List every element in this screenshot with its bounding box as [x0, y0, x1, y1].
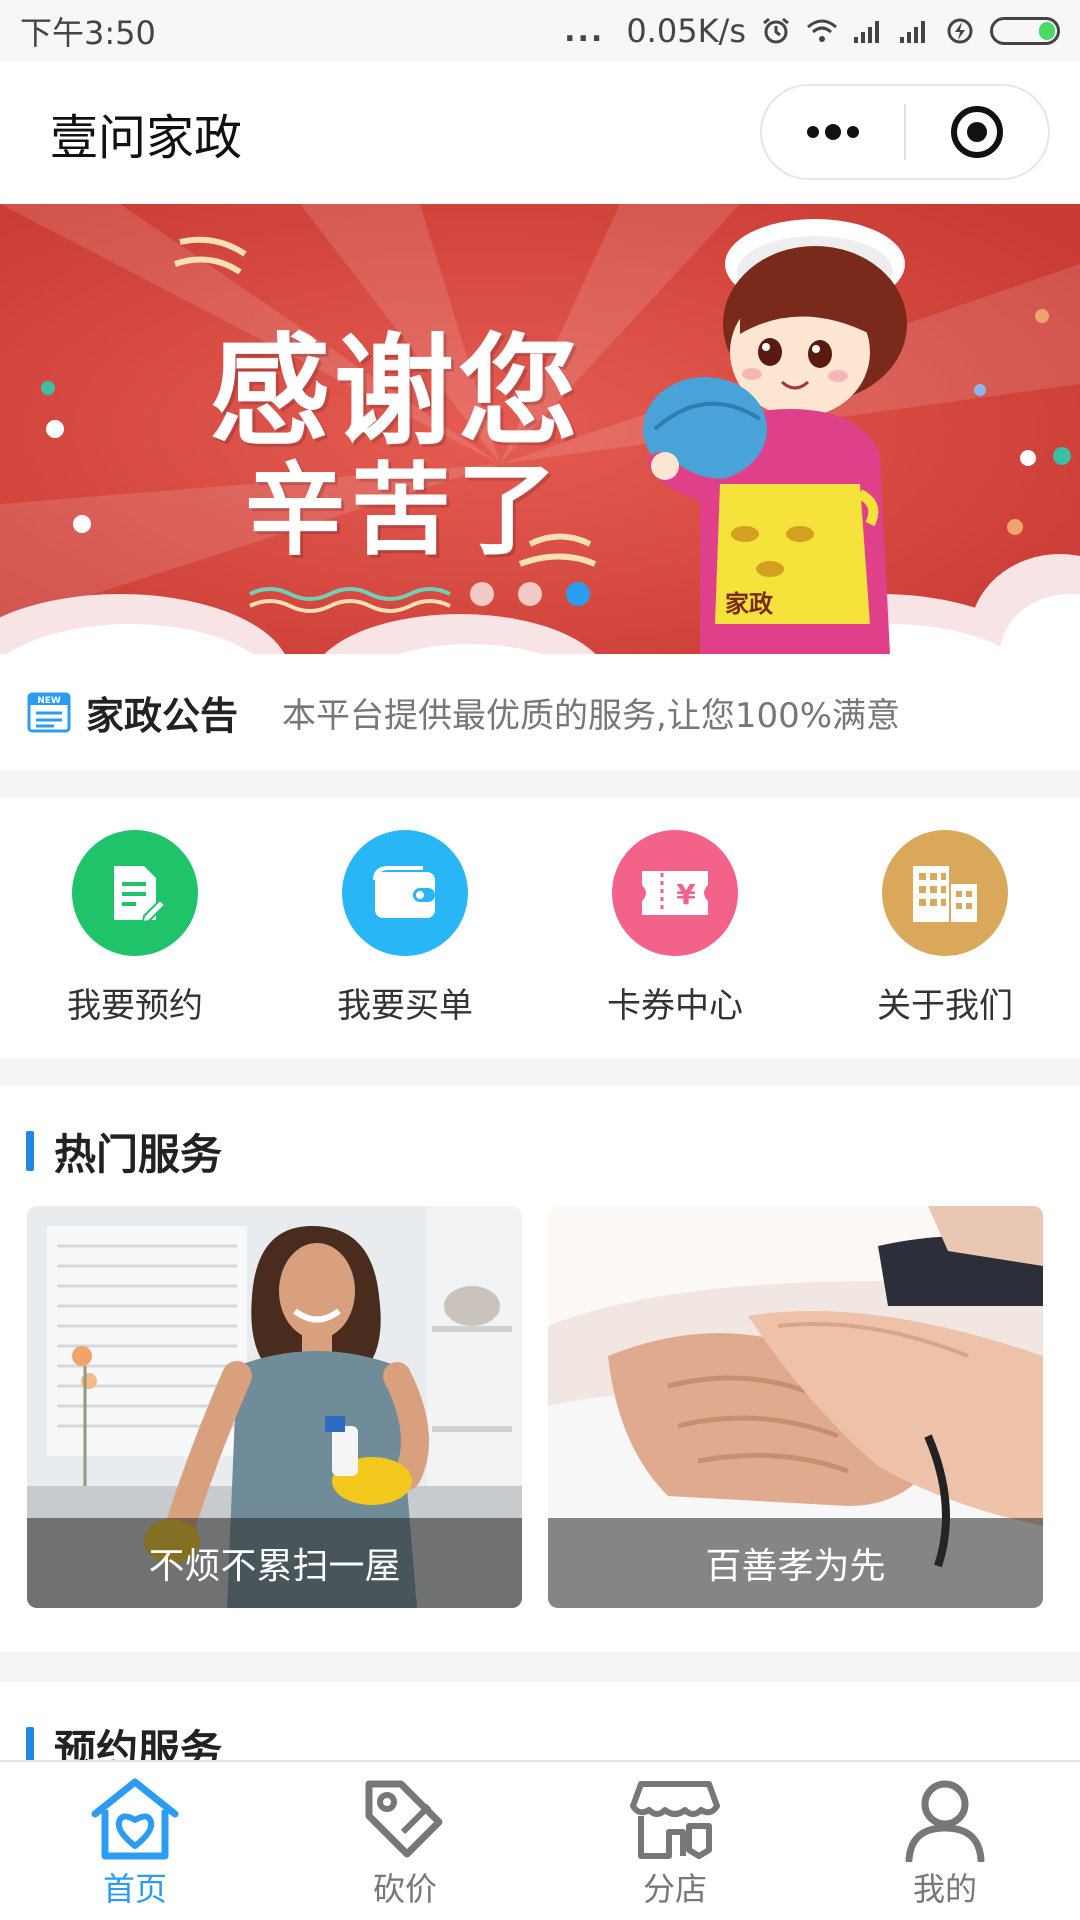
- quick-label: 我要预约: [67, 986, 203, 1026]
- apron-label: 家政: [725, 590, 773, 618]
- coupon-icon: ¥: [642, 871, 708, 915]
- tab-mine[interactable]: 我的: [810, 1762, 1080, 1920]
- service-card-elderly-care[interactable]: 百善孝为先: [548, 1206, 1043, 1608]
- status-time: 下午3:50: [20, 14, 156, 52]
- signal-icon-2: [900, 21, 925, 43]
- tab-branches[interactable]: 分店: [540, 1762, 810, 1920]
- quick-menu: 我要预约 我要买单 ¥ 卡券中心 关于我们: [0, 798, 1080, 1058]
- svg-text:¥: ¥: [676, 878, 696, 911]
- section-accent-bar: [26, 1727, 34, 1762]
- tab-label: 砍价: [372, 1870, 437, 1908]
- more-dots-icon: [807, 124, 859, 140]
- status-bar: 下午3:50 ... 0.05K/s: [0, 0, 1080, 62]
- document-edit-icon: [114, 866, 167, 924]
- building-icon: [913, 866, 977, 922]
- divider: [0, 1058, 1080, 1086]
- tab-label: 首页: [102, 1870, 167, 1908]
- banner-dot-active[interactable]: [566, 582, 590, 606]
- status-dots: ...: [564, 13, 605, 49]
- tab-bar: 首页 砍价 分店 我的: [0, 1760, 1080, 1920]
- news-icon: NEW: [27, 692, 71, 733]
- quick-icon-circle: [882, 830, 1008, 956]
- quick-icon-circle: [342, 830, 468, 956]
- section-header: 热门服务: [0, 1106, 1080, 1196]
- quick-item-booking[interactable]: 我要预约: [0, 798, 270, 1058]
- tab-label: 分店: [642, 1870, 707, 1908]
- section-title: 预约服务: [54, 1725, 223, 1763]
- alarm-icon: [763, 17, 789, 44]
- mini-program-capsule: [760, 84, 1050, 180]
- network-speed: 0.05K/s: [626, 12, 746, 50]
- quick-item-pay[interactable]: 我要买单: [270, 798, 540, 1058]
- more-button[interactable]: [762, 86, 904, 178]
- divider: [0, 770, 1080, 798]
- card-caption: 不烦不累扫一屋: [27, 1518, 522, 1608]
- divider: [0, 1652, 1080, 1682]
- section-accent-bar: [26, 1131, 34, 1171]
- quick-icon-circle: ¥: [612, 830, 738, 956]
- quick-item-coupons[interactable]: ¥ 卡券中心: [540, 798, 810, 1058]
- section-title: 热门服务: [54, 1129, 223, 1179]
- card-caption: 百善孝为先: [548, 1518, 1043, 1608]
- banner-indicator: [470, 582, 590, 606]
- close-button[interactable]: [906, 86, 1048, 178]
- page-title: 壹问家政: [50, 110, 243, 166]
- store-icon: [630, 1781, 720, 1859]
- service-card-cleaning[interactable]: 不烦不累扫一屋: [27, 1206, 522, 1608]
- battery-icon: [990, 17, 1060, 45]
- home-icon: [91, 1778, 179, 1860]
- quick-icon-circle: [72, 830, 198, 956]
- banner-carousel[interactable]: 感谢您 辛苦了 家政: [0, 204, 1080, 654]
- tab-bargain[interactable]: 砍价: [270, 1762, 540, 1920]
- wallet-icon: [373, 866, 435, 918]
- status-icons: ... 0.05K/s: [564, 12, 1060, 50]
- hot-services-section: 热门服务 不烦不累扫一屋 百善孝为先: [0, 1086, 1080, 1652]
- tab-home[interactable]: 首页: [0, 1762, 270, 1920]
- tab-label: 我的: [912, 1870, 977, 1908]
- nav-bar: 壹问家政: [0, 62, 1080, 204]
- charging-icon: [947, 18, 973, 44]
- signal-icon: [854, 21, 879, 43]
- quick-label: 我要买单: [337, 986, 473, 1026]
- target-icon: [951, 106, 1003, 158]
- notice-text: 本平台提供最优质的服务,让您100%满意: [282, 695, 901, 736]
- announcement-bar[interactable]: NEW 家政公告 本平台提供最优质的服务,让您100%满意: [0, 654, 1080, 770]
- banner-subheadline: 辛苦了: [245, 452, 563, 569]
- booking-section: 预约服务: [0, 1682, 1080, 1762]
- wifi-icon: [807, 19, 837, 42]
- banner-dot[interactable]: [518, 582, 542, 606]
- quick-label: 关于我们: [877, 986, 1013, 1026]
- section-header: 预约服务: [0, 1702, 1080, 1762]
- price-tag-icon: [365, 1780, 443, 1858]
- quick-label: 卡券中心: [607, 986, 743, 1026]
- quick-item-about[interactable]: 关于我们: [810, 798, 1080, 1058]
- notice-title: 家政公告: [86, 693, 239, 738]
- user-icon: [905, 1780, 985, 1862]
- banner-dot[interactable]: [470, 582, 494, 606]
- news-badge: NEW: [37, 696, 61, 706]
